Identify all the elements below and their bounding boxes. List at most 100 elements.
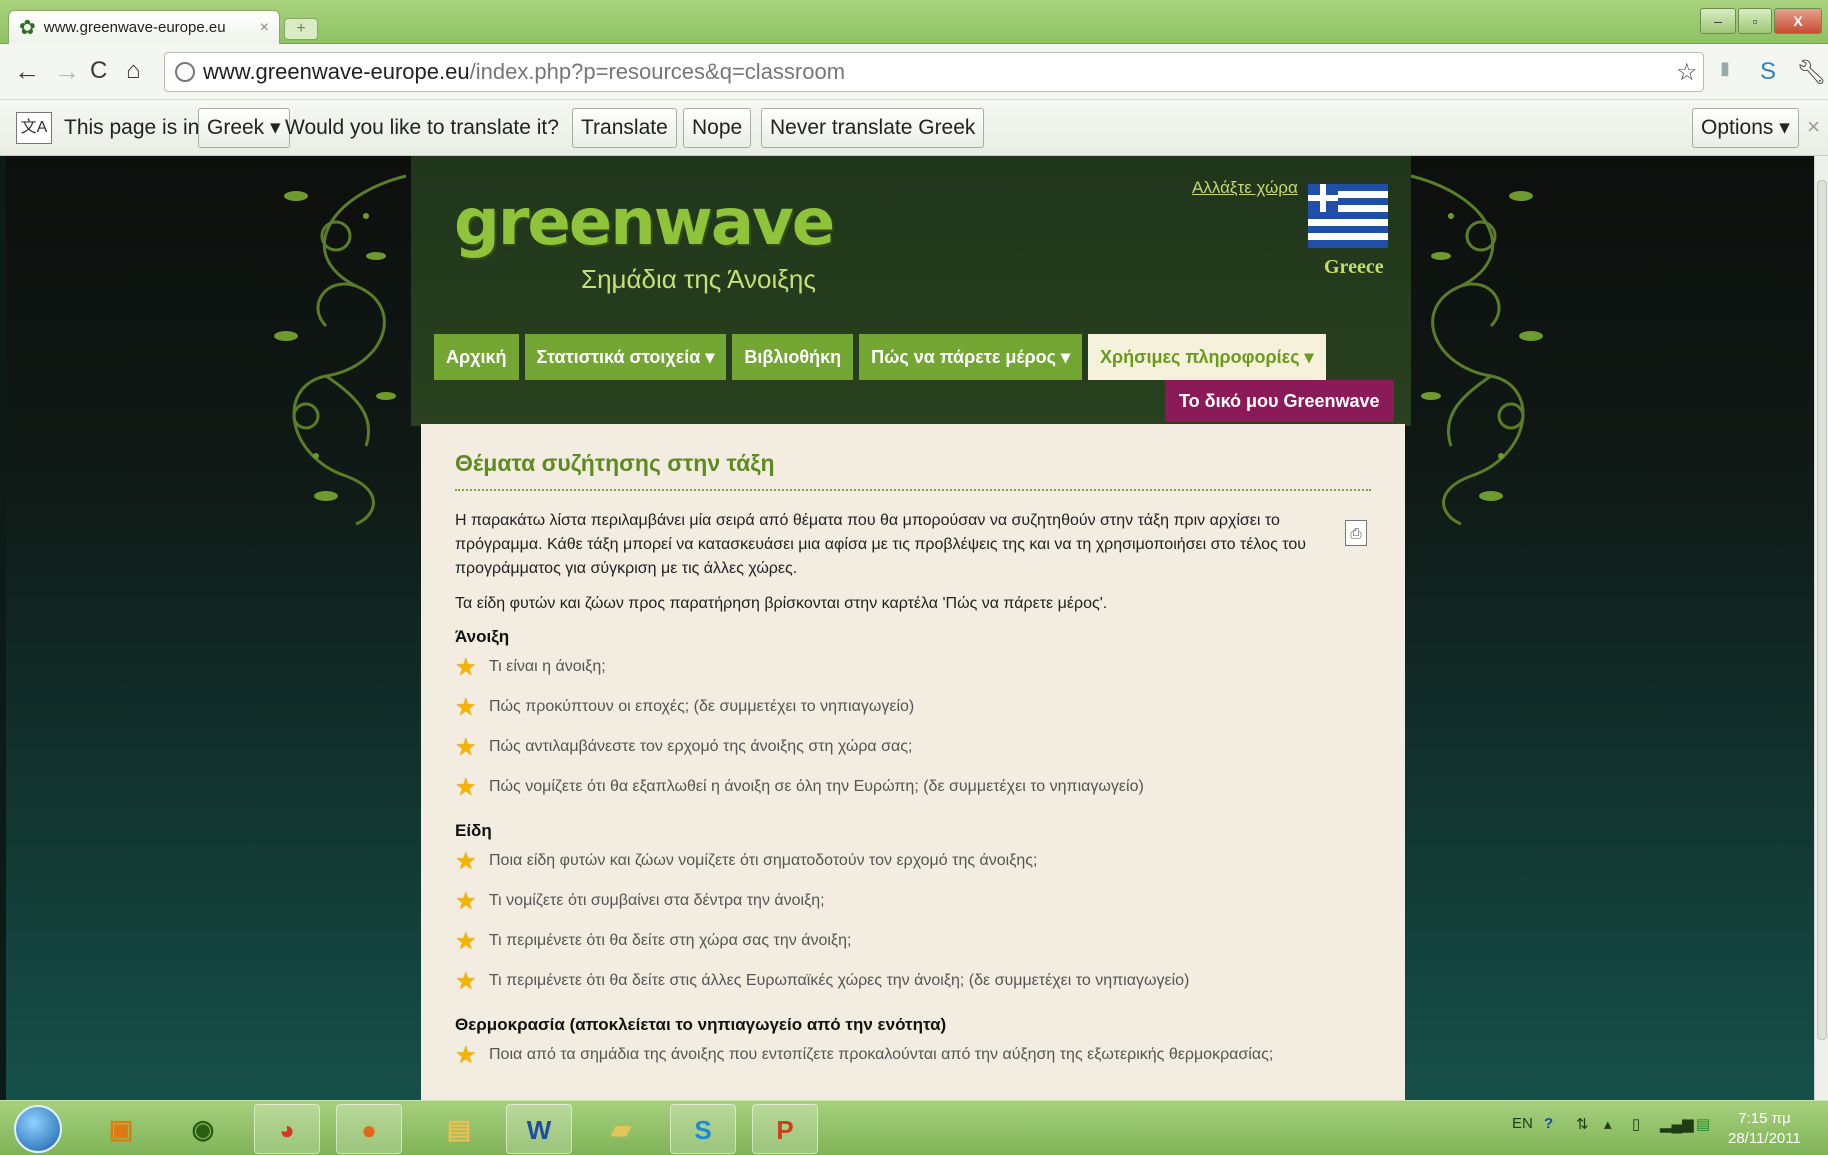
menu-item-useful-info[interactable]: Χρήσιμες πληροφορίες ▾ xyxy=(1088,334,1326,380)
question-text: Τι νομίζετε ότι συμβαίνει στα δέντρα την… xyxy=(489,892,825,909)
page-scrollbar[interactable] xyxy=(1814,156,1828,1100)
content-title: Θέματα συζήτησης στην τάξη xyxy=(455,450,1371,491)
url-path: /index.php?p=resources&q=classroom xyxy=(469,59,846,84)
nope-button[interactable]: Nope xyxy=(683,108,752,148)
browser-tab[interactable]: ✿ www.greenwave-europe.eu × xyxy=(8,10,280,44)
list-item: ★ Ποια είδη φυτών και ζώων νομίζετε ότι σ… xyxy=(455,841,1371,881)
translate-icon: 文A xyxy=(16,112,52,144)
country-label: Greece xyxy=(1324,256,1384,278)
wrench-menu-icon[interactable]: 🔧︎ xyxy=(1796,58,1826,87)
tab-title: www.greenwave-europe.eu xyxy=(43,19,226,36)
options-label: Options xyxy=(1701,116,1774,139)
list-item: ★ Τι είναι η άνοιξη; xyxy=(455,647,1371,687)
question-text: Πώς αντιλαμβάνεστε τον ερχομό της άνοιξη… xyxy=(489,738,913,755)
language-indicator[interactable]: EN xyxy=(1512,1115,1533,1132)
help-icon[interactable]: ? xyxy=(1544,1115,1553,1132)
section-heading: Άνοιξη xyxy=(455,627,510,646)
main-menu: Αρχική Στατιστικά στοιχεία ▾ Βιβλιοθήκη … xyxy=(434,334,1326,380)
maximize-button[interactable]: ▫ xyxy=(1738,8,1772,34)
home-icon[interactable]: ⌂ xyxy=(126,56,141,86)
start-button[interactable] xyxy=(14,1105,62,1153)
media-player-icon[interactable]: ▣ xyxy=(88,1104,154,1154)
list-item: ★ Πώς νομίζετε ότι θα εξαπλωθεί η άνοιξη … xyxy=(455,767,1371,807)
translate-button[interactable]: Translate xyxy=(572,108,677,148)
greek-flag-icon[interactable] xyxy=(1308,184,1388,248)
translate-infobar: 文A This page is in Greek ▾ Would you lik… xyxy=(0,100,1828,156)
close-window-button[interactable]: X xyxy=(1774,8,1822,34)
greenwave-logo[interactable]: greenwave xyxy=(454,186,835,260)
utorrent-icon[interactable]: ◉ xyxy=(170,1104,236,1154)
list-item: ★ Τι περιμένετε ότι θα δείτε στη χώρα σας… xyxy=(455,921,1371,961)
reload-icon[interactable]: C xyxy=(90,56,107,86)
question-text: Τι περιμένετε ότι θα δείτε στη χώρα σας … xyxy=(489,932,852,949)
question-text: Τι περιμένετε ότι θα δείτε στις άλλες Ευ… xyxy=(489,972,1190,989)
windows-taskbar: ▣ ◉ ◕ ● ▤ W ▰ S P EN ? ⇅ ▴ ▯ ▂▄▆ ▤ 7:15 … xyxy=(0,1100,1828,1155)
battery-icon[interactable]: ▯ xyxy=(1632,1115,1640,1133)
greenwave-favicon-icon: ✿ xyxy=(19,17,36,39)
language-select-value: Greek xyxy=(207,116,265,139)
question-text: Πώς νομίζετε ότι θα εξαπλωθεί η άνοιξη σ… xyxy=(489,778,1144,795)
my-greenwave-button[interactable]: Το δικό μου Greenwave xyxy=(1165,380,1394,422)
question-text: Ποια είδη φυτών και ζώων νομίζετε ότι ση… xyxy=(489,852,1038,869)
chrome-icon[interactable]: ◕ xyxy=(254,1104,320,1154)
skype-icon[interactable]: S xyxy=(670,1104,736,1154)
address-bar[interactable]: www.greenwave-europe.eu/index.php?p=reso… xyxy=(164,52,1704,92)
system-clock[interactable]: 7:15 πμ 28/11/2011 xyxy=(1728,1109,1801,1149)
list-item: ★ Τι περιμένετε ότι θα δείτε στις άλλες Ε… xyxy=(455,961,1371,1001)
skype-extension-icon[interactable]: S xyxy=(1760,58,1776,86)
menu-item-statistics[interactable]: Στατιστικά στοιχεία ▾ xyxy=(524,334,727,380)
explorer-icon[interactable]: ▤ xyxy=(426,1104,492,1154)
question-text: Ποια από τα σημάδια της άνοιξης που εντο… xyxy=(489,1046,1274,1063)
star-bullet-icon: ★ xyxy=(455,653,477,681)
content-panel: Θέματα συζήτησης στην τάξη ⎙ Η παρακάτω … xyxy=(421,424,1405,1100)
star-bullet-icon: ★ xyxy=(455,847,477,875)
powerpoint-icon[interactable]: P xyxy=(752,1104,818,1154)
clock-date: 28/11/2011 xyxy=(1728,1130,1801,1147)
word-icon[interactable]: W xyxy=(506,1104,572,1154)
scrollbar-thumb[interactable] xyxy=(1817,180,1827,1040)
list-item: ★ Τι νομίζετε ότι συμβαίνει στα δέντρα τη… xyxy=(455,881,1371,921)
stats-extension-icon[interactable]: ▮ xyxy=(1720,58,1730,79)
question-text: Τι είναι η άνοιξη; xyxy=(489,658,606,675)
list-item: ★ Πώς αντιλαμβάνεστε τον ερχομό της άνοιξ… xyxy=(455,727,1371,767)
new-tab-button[interactable]: + xyxy=(284,18,318,40)
bookmark-star-icon[interactable]: ☆ xyxy=(1676,58,1698,87)
intro-paragraph: Η παρακάτω λίστα περιλαμβάνει μία σειρά … xyxy=(455,512,1306,577)
firefox-icon[interactable]: ● xyxy=(336,1104,402,1154)
close-infobar-icon[interactable]: × xyxy=(1807,114,1820,140)
right-vine-decoration xyxy=(1410,174,1543,526)
page-info-icon[interactable] xyxy=(175,62,195,82)
section-heading: Θερμοκρασία (αποκλείεται το νηπιαγωγείο … xyxy=(455,1015,947,1034)
show-hidden-icons[interactable]: ▴ xyxy=(1604,1115,1612,1133)
browser-titlebar: ✿ www.greenwave-europe.eu × + – ▫ X xyxy=(0,0,1828,44)
menu-item-home[interactable]: Αρχική xyxy=(434,334,519,380)
change-country-link[interactable]: Αλλάξτε χώρα xyxy=(1192,178,1298,198)
left-vine-decoration xyxy=(274,174,407,526)
star-bullet-icon: ★ xyxy=(455,887,477,915)
menu-item-library[interactable]: Βιβλιοθήκη xyxy=(732,334,854,380)
translate-question: Would you like to translate it? xyxy=(285,116,559,139)
back-icon[interactable]: ← xyxy=(14,56,40,86)
menu-item-take-part[interactable]: Πώς να πάρετε μέρος ▾ xyxy=(859,334,1083,380)
translate-prefix: This page is in xyxy=(64,116,200,139)
clock-time: 7:15 πμ xyxy=(1738,1110,1791,1127)
tab-close-icon[interactable]: × xyxy=(260,19,269,37)
question-text: Πώς προκύπτουν οι εποχές; (δε συμμετέχει… xyxy=(489,698,915,715)
print-icon[interactable]: ⎙ xyxy=(1345,520,1367,546)
never-translate-button[interactable]: Never translate Greek xyxy=(761,108,985,148)
star-bullet-icon: ★ xyxy=(455,773,477,801)
forward-icon[interactable]: → xyxy=(54,56,80,86)
star-bullet-icon: ★ xyxy=(455,693,477,721)
options-button[interactable]: Options ▾ xyxy=(1692,108,1799,148)
tray-app-icon[interactable]: ▤ xyxy=(1696,1115,1710,1133)
minimize-button[interactable]: – xyxy=(1700,8,1736,34)
page-viewport: greenwave Σημάδια της Άνοιξης Αλλάξτε χώ… xyxy=(6,156,1814,1100)
signal-icon[interactable]: ▂▄▆ xyxy=(1660,1115,1694,1133)
url-host: www.greenwave-europe.eu xyxy=(203,59,470,84)
network-tray-icon[interactable]: ⇅ xyxy=(1576,1115,1589,1133)
star-bullet-icon: ★ xyxy=(455,733,477,761)
section-heading: Είδη xyxy=(455,821,492,840)
list-item: ★ Ποια από τα σημάδια της άνοιξης που εντ… xyxy=(455,1035,1371,1075)
language-select[interactable]: Greek ▾ xyxy=(198,108,290,148)
folder-icon[interactable]: ▰ xyxy=(588,1104,654,1154)
